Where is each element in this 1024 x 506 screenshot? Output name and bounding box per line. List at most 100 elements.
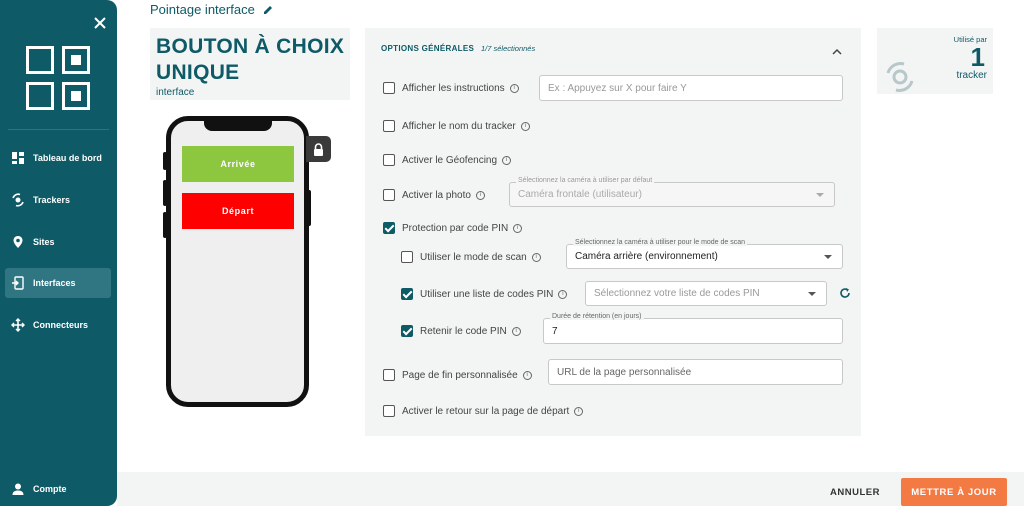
option-tracker-name[interactable]: Afficher le nom du tracker i <box>383 120 530 132</box>
sidebar-item-label: Sites <box>33 237 55 247</box>
checkbox[interactable] <box>383 82 395 94</box>
app-logo <box>26 46 90 110</box>
option-label: Activer le retour sur la page de départ <box>402 405 570 417</box>
option-label: Retenir le code PIN <box>420 325 507 337</box>
end-page-url-input[interactable]: URL de la page personnalisée <box>548 359 843 385</box>
footer-bar <box>117 472 1024 506</box>
option-photo[interactable]: Activer la photo i <box>383 189 485 201</box>
arrival-button[interactable]: Arrivée <box>182 146 294 182</box>
sidebar-item-label: Compte <box>33 484 67 494</box>
checkbox[interactable] <box>383 405 395 417</box>
interface-type-subtitle: interface <box>156 87 195 98</box>
option-instructions[interactable]: Afficher les instructions i <box>383 82 519 94</box>
checkbox-checked[interactable] <box>401 288 413 300</box>
sidebar-item-dashboard[interactable]: Tableau de bord <box>5 143 111 173</box>
lock-button[interactable] <box>306 136 331 162</box>
sidebar-item-label: Interfaces <box>33 278 76 288</box>
info-icon[interactable]: i <box>522 370 532 380</box>
info-icon[interactable]: i <box>511 326 521 336</box>
sidebar-item-label: Tableau de bord <box>33 153 102 163</box>
options-header: OPTIONS GÉNÉRALES <box>381 44 475 53</box>
refresh-icon[interactable] <box>839 286 851 304</box>
page-title: Pointage interface <box>150 2 273 17</box>
phone-side-button <box>163 212 167 238</box>
option-label: Activer la photo <box>402 189 471 201</box>
pin-list-select[interactable]: Sélectionnez votre liste de codes PIN <box>585 281 827 306</box>
phone-side-button <box>307 190 311 226</box>
option-geofencing[interactable]: Activer le Géofencing i <box>383 154 512 166</box>
info-icon[interactable]: i <box>475 190 485 200</box>
option-label: Utiliser le mode de scan <box>420 251 527 263</box>
info-icon[interactable]: i <box>520 121 530 131</box>
sidebar: Tableau de bord Trackers Sites Interface… <box>0 0 117 506</box>
sidebar-item-label: Connecteurs <box>33 320 89 330</box>
retention-days-label: Durée de rétention (en jours) <box>550 313 644 320</box>
option-end-page[interactable]: Page de fin personnalisée i <box>383 369 532 381</box>
option-scan-mode[interactable]: Utiliser le mode de scan i <box>401 251 541 263</box>
sidebar-item-account[interactable]: Compte <box>5 474 111 504</box>
instructions-input[interactable]: Ex : Appuyez sur X pour faire Y <box>539 75 843 101</box>
sidebar-divider <box>8 129 109 130</box>
option-label: Page de fin personnalisée <box>402 369 518 381</box>
photo-camera-select[interactable]: Sélectionnez la caméra à utiliser par dé… <box>509 177 835 207</box>
interface-icon <box>12 276 24 290</box>
dashboard-icon <box>12 152 24 164</box>
option-return-start[interactable]: Activer le retour sur la page de départ … <box>383 405 584 417</box>
tracker-icon <box>886 62 914 92</box>
info-icon[interactable]: i <box>513 223 523 233</box>
option-pin-list[interactable]: Utiliser une liste de codes PIN i <box>401 288 568 300</box>
photo-camera-select-value: Caméra frontale (utilisateur) <box>518 189 642 200</box>
phone-side-button <box>163 180 167 206</box>
edit-pencil-icon[interactable] <box>263 5 273 15</box>
dropdown-arrow-icon <box>808 291 816 296</box>
departure-button[interactable]: Départ <box>182 193 294 229</box>
end-page-url-placeholder: URL de la page personnalisée <box>557 366 692 378</box>
scan-camera-select-value: Caméra arrière (environnement) <box>575 251 718 262</box>
pin-list-placeholder: Sélectionnez votre liste de codes PIN <box>594 288 760 299</box>
retention-days-value: 7 <box>552 325 558 337</box>
phone-notch <box>204 119 272 131</box>
checkbox-checked[interactable] <box>383 222 395 234</box>
option-label: Activer le Géofencing <box>402 154 498 166</box>
dropdown-arrow-icon <box>824 254 832 259</box>
option-label: Afficher les instructions <box>402 82 505 94</box>
checkbox-checked[interactable] <box>401 325 413 337</box>
page-title-text: Pointage interface <box>150 2 255 17</box>
checkbox[interactable] <box>383 189 395 201</box>
checkbox[interactable] <box>383 120 395 132</box>
option-label: Utiliser une liste de codes PIN <box>420 288 554 300</box>
sidebar-item-label: Trackers <box>33 195 71 205</box>
info-icon[interactable]: i <box>574 406 584 416</box>
usage-unit: tracker <box>956 70 987 81</box>
connectors-icon <box>11 318 25 332</box>
chevron-up-icon[interactable] <box>832 43 842 61</box>
retention-days-input[interactable]: Durée de rétention (en jours) 7 <box>543 313 843 344</box>
cancel-button[interactable]: ANNULER <box>826 478 884 506</box>
interface-type-title: BOUTON À CHOIX UNIQUE <box>156 35 345 84</box>
options-count: 1/7 sélectionnés <box>481 44 536 53</box>
phone-side-button <box>163 152 167 170</box>
checkbox[interactable] <box>383 154 395 166</box>
close-icon[interactable] <box>92 15 108 31</box>
info-icon[interactable]: i <box>558 289 568 299</box>
info-icon[interactable]: i <box>531 252 541 262</box>
checkbox[interactable] <box>401 251 413 263</box>
option-pin-protection[interactable]: Protection par code PIN i <box>383 222 523 234</box>
scan-camera-select-label: Sélectionnez la caméra à utiliser pour l… <box>573 239 748 246</box>
info-icon[interactable]: i <box>509 83 519 93</box>
location-pin-icon <box>13 236 23 248</box>
sidebar-item-trackers[interactable]: Trackers <box>5 185 111 215</box>
lock-icon <box>314 142 323 156</box>
checkbox[interactable] <box>383 369 395 381</box>
usage-count: 1 <box>970 42 985 72</box>
sidebar-item-interfaces[interactable]: Interfaces <box>5 268 111 298</box>
update-button[interactable]: METTRE À JOUR <box>901 478 1007 506</box>
sidebar-item-sites[interactable]: Sites <box>5 227 111 257</box>
instructions-placeholder: Ex : Appuyez sur X pour faire Y <box>548 82 687 94</box>
usage-card: Utilisé par 1 tracker <box>877 28 993 94</box>
sidebar-item-connectors[interactable]: Connecteurs <box>5 310 111 340</box>
option-retain-pin[interactable]: Retenir le code PIN i <box>401 325 521 337</box>
scan-camera-select[interactable]: Sélectionnez la caméra à utiliser pour l… <box>566 239 843 269</box>
info-icon[interactable]: i <box>502 155 512 165</box>
dropdown-arrow-icon <box>816 192 824 197</box>
